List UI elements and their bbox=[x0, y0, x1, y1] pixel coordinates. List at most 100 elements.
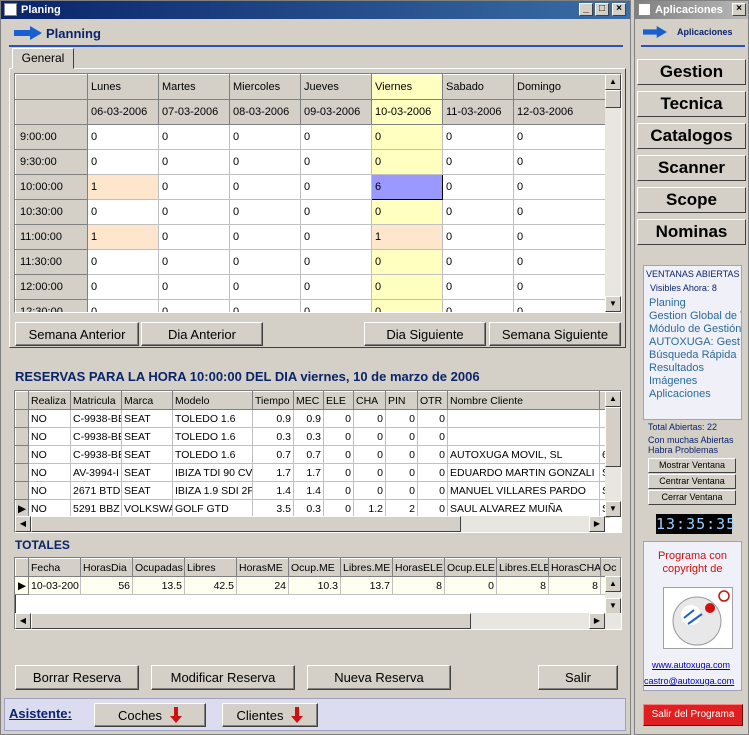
scroll-down-icon[interactable]: ▼ bbox=[605, 598, 621, 614]
slot-cell[interactable]: 0 bbox=[513, 199, 606, 225]
slot-cell[interactable]: 0 bbox=[300, 224, 372, 250]
reserva-cell[interactable]: MANUEL VILLARES PARDO bbox=[447, 481, 600, 500]
totales-col-header[interactable]: HorasME bbox=[236, 558, 289, 577]
slot-cell[interactable]: 0 bbox=[300, 199, 372, 225]
totales-col-header[interactable]: Ocup.ME bbox=[288, 558, 341, 577]
reserva-cell[interactable]: 0 bbox=[323, 409, 354, 428]
totales-col-header[interactable]: Fecha bbox=[28, 558, 81, 577]
slot-cell[interactable]: 0 bbox=[87, 149, 159, 175]
scroll-left-icon[interactable]: ◀ bbox=[15, 613, 31, 629]
slot-cell[interactable]: 0 bbox=[300, 299, 372, 312]
reserva-cell[interactable]: C-9938-BE bbox=[70, 427, 122, 446]
scroll-thumb[interactable] bbox=[31, 516, 461, 532]
borrar-reserva-button[interactable]: Borrar Reserva bbox=[15, 665, 139, 690]
scroll-left-icon[interactable]: ◀ bbox=[15, 516, 31, 532]
reserva-row[interactable]: ▶ NO 5291 BBZ VOLKSWA GOLF GTD 3.5 0.3 0 1.2 2 0 SA… bbox=[15, 499, 610, 518]
scroll-up-icon[interactable]: ▲ bbox=[605, 74, 621, 90]
minimize-icon[interactable]: _ bbox=[579, 3, 593, 16]
slot-cell[interactable]: 0 bbox=[371, 249, 443, 275]
slot-cell[interactable]: 0 bbox=[229, 299, 301, 312]
reserva-cell[interactable]: 1.2 bbox=[353, 499, 386, 518]
totales-col-header[interactable]: Libres bbox=[184, 558, 237, 577]
open-window-item[interactable]: Aplicaciones bbox=[649, 388, 741, 401]
reserva-cell[interactable]: SAUL ALVAREZ MUIÑA bbox=[447, 499, 600, 518]
email-link[interactable]: castro@autoxuga.com bbox=[644, 676, 734, 686]
reserva-cell[interactable] bbox=[447, 409, 600, 428]
reserva-cell[interactable]: 1.7 bbox=[252, 463, 294, 482]
scroll-thumb[interactable] bbox=[31, 613, 471, 629]
reserva-cell[interactable]: C-9938-BE bbox=[70, 445, 122, 464]
slot-cell[interactable]: 0 bbox=[300, 174, 372, 200]
reserva-cell[interactable] bbox=[447, 427, 600, 446]
totales-col-header[interactable]: Ocupadas bbox=[132, 558, 185, 577]
row-indicator[interactable] bbox=[15, 445, 29, 464]
row-indicator[interactable] bbox=[15, 481, 29, 500]
slot-cell[interactable]: 0 bbox=[513, 224, 606, 250]
reserva-cell[interactable]: EDUARDO MARTIN GONZALI bbox=[447, 463, 600, 482]
day-name-header[interactable]: Sabado bbox=[442, 74, 514, 100]
reserva-cell[interactable]: 3.5 bbox=[252, 499, 294, 518]
reservas-col-header[interactable]: Realiza bbox=[28, 391, 71, 410]
scroll-down-icon[interactable]: ▼ bbox=[605, 296, 621, 312]
reserva-cell[interactable]: AUTOXUGA MOVIL, SL bbox=[447, 445, 600, 464]
totales-cell[interactable]: 10.3 bbox=[288, 576, 341, 595]
menu-catalogos-button[interactable]: Catalogos bbox=[637, 123, 746, 149]
slot-cell[interactable]: 0 bbox=[300, 274, 372, 300]
reserva-row[interactable]: NO C-9938-BE SEAT TOLEDO 1.6 0.3 0.3 0 0 0 0 bbox=[15, 427, 610, 446]
open-window-item[interactable]: Resultados bbox=[649, 362, 741, 375]
row-indicator[interactable] bbox=[15, 463, 29, 482]
nueva-reserva-button[interactable]: Nueva Reserva bbox=[307, 665, 451, 690]
reserva-cell[interactable]: 0 bbox=[385, 463, 418, 482]
reserva-cell[interactable]: 5291 BBZ bbox=[70, 499, 122, 518]
scroll-up-icon[interactable]: ▲ bbox=[605, 391, 621, 407]
reserva-row[interactable]: NO AV-3994-I SEAT IBIZA TDI 90 CV 1.7 1.7 0 0 0 0… bbox=[15, 463, 610, 482]
modificar-reserva-button[interactable]: Modificar Reserva bbox=[151, 665, 295, 690]
reserva-cell[interactable]: 0 bbox=[323, 445, 354, 464]
open-window-item[interactable]: Gestion Global de T bbox=[649, 310, 741, 323]
totales-row[interactable]: ▶ 10-03-200 56 13.5 42.5 24 10.3 13.7 8 0 8 8 bbox=[15, 576, 621, 595]
reserva-cell[interactable]: 0 bbox=[323, 463, 354, 482]
salir-button[interactable]: Salir bbox=[538, 665, 618, 690]
totales-cell[interactable]: 8 bbox=[392, 576, 445, 595]
open-window-item[interactable]: Planing bbox=[649, 297, 741, 310]
slot-cell[interactable]: 0 bbox=[229, 224, 301, 250]
totales-col-header[interactable]: HorasDia bbox=[80, 558, 133, 577]
totales-hscroll[interactable]: ◀ ▶ bbox=[15, 613, 621, 629]
reserva-cell[interactable]: 1.4 bbox=[252, 481, 294, 500]
slot-cell[interactable]: 0 bbox=[87, 299, 159, 312]
row-indicator[interactable] bbox=[15, 409, 29, 428]
reserva-cell[interactable]: TOLEDO 1.6 bbox=[172, 409, 253, 428]
totales-col-header[interactable]: Libres.ME bbox=[340, 558, 393, 577]
scroll-thumb[interactable] bbox=[605, 407, 621, 467]
reserva-cell[interactable]: 0 bbox=[385, 427, 418, 446]
reservas-col-header[interactable]: MEC bbox=[293, 391, 324, 410]
slot-cell[interactable]: 0 bbox=[513, 149, 606, 175]
slot-cell[interactable]: 0 bbox=[158, 224, 230, 250]
main-titlebar[interactable]: Planing _ □ × bbox=[1, 1, 630, 19]
slot-cell[interactable]: 0 bbox=[442, 274, 514, 300]
day-name-header[interactable]: Lunes bbox=[87, 74, 159, 100]
reserva-row[interactable]: NO 2671 BTD SEAT IBIZA 1.9 SDI 2P 1.4 1.4 0 0 0 0… bbox=[15, 481, 610, 500]
slot-cell[interactable]: 0 bbox=[300, 149, 372, 175]
mostrar-ventana-button[interactable]: Mostrar Ventana bbox=[648, 458, 736, 473]
reserva-cell[interactable]: NO bbox=[28, 409, 71, 428]
reserva-cell[interactable]: TOLEDO 1.6 bbox=[172, 427, 253, 446]
slot-cell[interactable]: 0 bbox=[513, 274, 606, 300]
reservas-col-header[interactable]: OTR bbox=[417, 391, 448, 410]
scroll-right-icon[interactable]: ▶ bbox=[589, 516, 605, 532]
slot-cell[interactable]: 0 bbox=[513, 299, 606, 312]
reserva-cell[interactable]: SEAT bbox=[121, 427, 173, 446]
slot-cell[interactable]: 0 bbox=[371, 149, 443, 175]
reserva-cell[interactable]: 0.9 bbox=[293, 409, 324, 428]
reservas-col-header[interactable]: ELE bbox=[323, 391, 354, 410]
slot-cell[interactable]: 0 bbox=[229, 199, 301, 225]
day-date-header[interactable]: 11-03-2006 bbox=[442, 99, 514, 125]
centrar-ventana-button[interactable]: Centrar Ventana bbox=[648, 474, 736, 489]
reserva-cell[interactable]: 0 bbox=[323, 499, 354, 518]
totales-cell[interactable]: 0 bbox=[444, 576, 497, 595]
reserva-cell[interactable]: 0.3 bbox=[293, 499, 324, 518]
close-icon[interactable]: × bbox=[732, 3, 746, 16]
slot-cell[interactable]: 0 bbox=[513, 174, 606, 200]
reservas-col-header[interactable]: CHA bbox=[353, 391, 386, 410]
reserva-cell[interactable]: 2 bbox=[385, 499, 418, 518]
